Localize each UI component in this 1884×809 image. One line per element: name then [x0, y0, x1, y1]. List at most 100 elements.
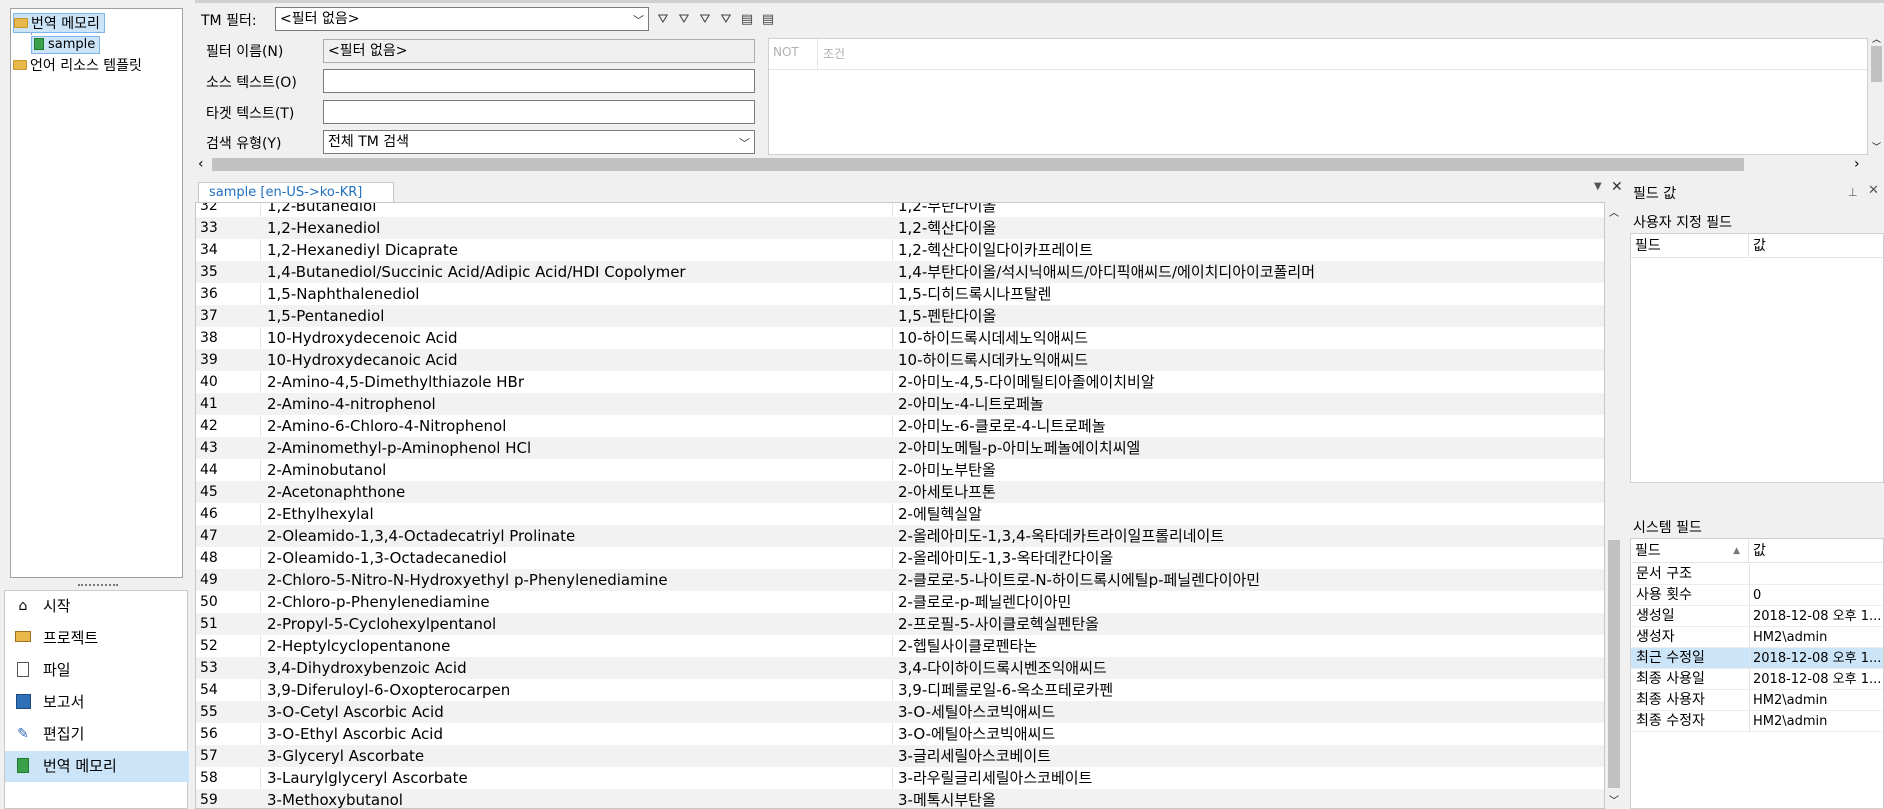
table-row[interactable]: 51 2-Propyl-5-Cyclohexylpentanol 2-프로필-5-사…: [196, 613, 1604, 635]
target-segment[interactable]: 3-메톡시부탄올: [898, 789, 996, 808]
system-field-row[interactable]: 사용 횟수 0: [1631, 585, 1883, 606]
custom-value-header[interactable]: 값: [1749, 234, 1883, 258]
source-segment[interactable]: 2-Propyl-5-Cyclohexylpentanol: [267, 613, 496, 635]
tree-item-language-resource-templates[interactable]: 언어 리소스 템플릿: [13, 56, 142, 76]
system-field-row[interactable]: 최종 사용자 HM2\admin: [1631, 690, 1883, 711]
nav-item-translation-memories[interactable]: 번역 메모리: [5, 751, 189, 782]
chevron-right-icon[interactable]: ›: [1854, 156, 1866, 173]
source-segment[interactable]: 1,5-Pentanediol: [267, 305, 384, 327]
source-segment[interactable]: 3-O-Cetyl Ascorbic Acid: [267, 701, 444, 723]
target-segment[interactable]: 2-올레아미도-1,3-옥타데칸다이올: [898, 547, 1113, 569]
target-segment[interactable]: 2-아미노-4,5-다이메틸티아졸에이치비알: [898, 371, 1155, 393]
table-row[interactable]: 35 1,4-Butanediol/Succinic Acid/Adipic Ac…: [196, 261, 1604, 283]
source-segment[interactable]: 1,2-Hexanediol: [267, 217, 380, 239]
system-field-row[interactable]: 최근 수정일 2018-12-08 오후 1...: [1631, 648, 1883, 669]
nav-item-projects[interactable]: 프로젝트: [5, 623, 189, 654]
system-field-row[interactable]: 문서 구조: [1631, 564, 1883, 585]
target-segment[interactable]: 3,9-디페룰로일-6-옥소프테로카펜: [898, 679, 1113, 701]
pane-splitter[interactable]: [78, 584, 118, 588]
apply-filter-icon[interactable]: ⛛: [655, 12, 671, 28]
system-field-header[interactable]: 필드 ▲: [1631, 539, 1749, 563]
target-segment[interactable]: 3-O-세틸아스코빅애씨드: [898, 701, 1055, 723]
source-text-input[interactable]: [323, 69, 755, 93]
tab-sample[interactable]: sample [en-US->ko-KR]: [198, 182, 394, 202]
nav-item-files[interactable]: 파일: [5, 655, 189, 686]
system-field-row[interactable]: 최종 사용일 2018-12-08 오후 1...: [1631, 669, 1883, 690]
system-field-row[interactable]: 생성자 HM2\admin: [1631, 627, 1883, 648]
table-row[interactable]: 59 3-Methoxybutanol 3-메톡시부탄올: [196, 789, 1604, 808]
target-segment[interactable]: 2-아미노-4-니트로페놀: [898, 393, 1044, 415]
filter-condition-grid[interactable]: NOT 조건: [768, 38, 1868, 155]
target-segment[interactable]: 2-프로필-5-사이클로헥실펜탄올: [898, 613, 1099, 635]
tm-tree[interactable]: 번역 메모리 sample 언어 리소스 템플릿: [10, 8, 183, 578]
table-row[interactable]: 54 3,9-Diferuloyl-6-Oxopterocarpen 3,9-디페룰…: [196, 679, 1604, 701]
source-segment[interactable]: 10-Hydroxydecanoic Acid: [267, 349, 457, 371]
source-segment[interactable]: 2-Chloro-5-Nitro-N-Hydroxyethyl p-Phenyl…: [267, 569, 668, 591]
table-row[interactable]: 58 3-Laurylglyceryl Ascorbate 3-라우릴글리세릴아스코…: [196, 767, 1604, 789]
nav-item-reports[interactable]: 보고서: [5, 687, 189, 718]
target-segment[interactable]: 3,4-다이하이드록시벤조익애씨드: [898, 657, 1107, 679]
table-row[interactable]: 36 1,5-Naphthalenediol 1,5-디히드록시나프탈렌: [196, 283, 1604, 305]
table-row[interactable]: 46 2-Ethylhexylal 2-에틸헥실알: [196, 503, 1604, 525]
source-segment[interactable]: 1,2-Hexanediyl Dicaprate: [267, 239, 458, 261]
source-segment[interactable]: 3-Methoxybutanol: [267, 789, 403, 808]
target-segment[interactable]: 1,2-헥산다이올: [898, 217, 996, 239]
target-segment[interactable]: 2-아미노-6-클로로-4-니트로페놀: [898, 415, 1106, 437]
source-segment[interactable]: 2-Ethylhexylal: [267, 503, 374, 525]
tree-item-translation-memories[interactable]: 번역 메모리: [13, 13, 105, 33]
clear-filter-icon[interactable]: ⛛: [697, 12, 713, 28]
target-segment[interactable]: 2-아미노메틸-p-아미노페놀에이치씨엘: [898, 437, 1140, 459]
table-row[interactable]: 53 3,4-Dihydroxybenzoic Acid 3,4-다이하이드록시벤조…: [196, 657, 1604, 679]
scroll-thumb[interactable]: [212, 158, 1744, 171]
pin-icon[interactable]: ⊥: [1848, 186, 1858, 199]
target-segment[interactable]: 2-클로로-5-나이트로-N-하이드록시에틸p-페닐렌다이아민: [898, 569, 1260, 591]
chevron-up-icon[interactable]: ︿: [1870, 32, 1883, 45]
chevron-down-icon[interactable]: ﹀: [1608, 792, 1620, 807]
source-segment[interactable]: 2-Chloro-p-Phenylenediamine: [267, 591, 490, 613]
target-segment[interactable]: 2-에틸헥실알: [898, 503, 982, 525]
system-fields-grid[interactable]: 필드 ▲ 값 문서 구조 사용 횟수 0 생성일 2018-12-08 오후 1... 생…: [1630, 538, 1884, 809]
source-segment[interactable]: 2-Oleamido-1,3,4-Octadecatriyl Prolinate: [267, 525, 575, 547]
source-segment[interactable]: 3,9-Diferuloyl-6-Oxopterocarpen: [267, 679, 510, 701]
source-segment[interactable]: 2-Oleamido-1,3-Octadecanediol: [267, 547, 507, 569]
source-segment[interactable]: 1,2-Butanediol: [267, 203, 376, 217]
table-row[interactable]: 49 2-Chloro-5-Nitro-N-Hydroxyethyl p-Phen…: [196, 569, 1604, 591]
custom-field-header[interactable]: 필드: [1631, 234, 1749, 258]
table-row[interactable]: 45 2-Acetonaphthone 2-아세토나프톤: [196, 481, 1604, 503]
target-segment[interactable]: 1,2-부탄다이올: [898, 203, 996, 217]
target-segment[interactable]: 10-하이드록시데세노익애씨드: [898, 327, 1088, 349]
table-row[interactable]: 52 2-Heptylcyclopentanone 2-헵틸사이클로펜타논: [196, 635, 1604, 657]
table-row[interactable]: 56 3-O-Ethyl Ascorbic Acid 3-O-에틸아스코빅애씨드: [196, 723, 1604, 745]
target-segment[interactable]: 3-O-에틸아스코빅애씨드: [898, 723, 1055, 745]
chevron-down-icon[interactable]: ﹀: [1870, 140, 1883, 153]
table-row[interactable]: 40 2-Amino-4,5-Dimethylthiazole HBr 2-아미노-…: [196, 371, 1604, 393]
save-filter-icon[interactable]: ▤: [739, 12, 755, 28]
table-row[interactable]: 34 1,2-Hexanediyl Dicaprate 1,2-헥산다이일다이카프레…: [196, 239, 1604, 261]
source-segment[interactable]: 2-Acetonaphthone: [267, 481, 405, 503]
tab-list-dropdown-icon[interactable]: ▼: [1594, 181, 1602, 192]
source-segment[interactable]: 3-O-Ethyl Ascorbic Acid: [267, 723, 443, 745]
source-segment[interactable]: 10-Hydroxydecenoic Acid: [267, 327, 458, 349]
chevron-left-icon[interactable]: ‹: [198, 156, 210, 173]
target-segment[interactable]: 2-클로로-p-페닐렌다이아민: [898, 591, 1071, 613]
source-segment[interactable]: 1,5-Naphthalenediol: [267, 283, 419, 305]
target-segment[interactable]: 1,5-디히드록시나프탈렌: [898, 283, 1051, 305]
table-row[interactable]: 48 2-Oleamido-1,3-Octadecanediol 2-올레아미도-1…: [196, 547, 1604, 569]
table-row[interactable]: 42 2-Amino-6-Chloro-4-Nitrophenol 2-아미노-6-…: [196, 415, 1604, 437]
advanced-filter-icon[interactable]: ⛛: [676, 12, 692, 28]
tree-item-sample[interactable]: sample: [31, 36, 101, 54]
table-row[interactable]: 55 3-O-Cetyl Ascorbic Acid 3-O-세틸아스코빅애씨드: [196, 701, 1604, 723]
scroll-thumb[interactable]: [1871, 46, 1882, 82]
target-text-input[interactable]: [323, 100, 755, 124]
close-icon[interactable]: ✕: [1611, 179, 1623, 195]
system-value-header[interactable]: 값: [1749, 539, 1883, 563]
tm-filter-dropdown[interactable]: <필터 없음> ﹀: [275, 7, 649, 31]
target-segment[interactable]: 1,2-헥산다이일다이카프레이트: [898, 239, 1093, 261]
source-segment[interactable]: 2-Amino-4-nitrophenol: [267, 393, 436, 415]
system-field-row[interactable]: 최종 수정자 HM2\admin: [1631, 711, 1883, 732]
nav-item-home[interactable]: ⌂ 시작: [5, 591, 189, 622]
target-segment[interactable]: 3-라우릴글리세릴아스코베이트: [898, 767, 1092, 789]
system-field-row[interactable]: 생성일 2018-12-08 오후 1...: [1631, 606, 1883, 627]
filter-name-field[interactable]: <필터 없음>: [323, 39, 755, 63]
table-row[interactable]: 41 2-Amino-4-nitrophenol 2-아미노-4-니트로페놀: [196, 393, 1604, 415]
